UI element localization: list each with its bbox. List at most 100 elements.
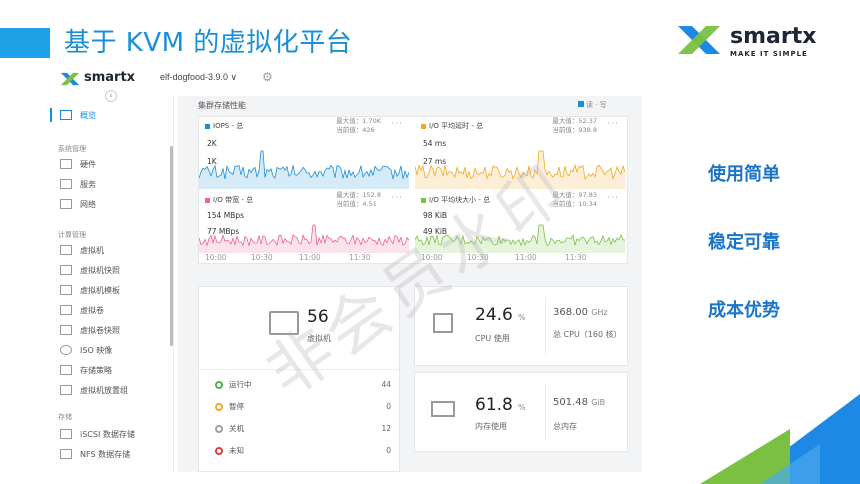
brand-name: smartx — [730, 24, 817, 49]
vm-count: 56 — [307, 307, 329, 327]
mem-panel: 61.8 % 内存使用 501.48 GiB 总内存 — [414, 372, 628, 452]
sidebar-section-storage: 存储 — [58, 413, 72, 421]
sidebar-item-iscsi[interactable]: iSCSI 数据存储 — [60, 426, 135, 442]
slide-title: 基于 KVM 的虚拟化平台 — [64, 28, 353, 58]
stopped-icon — [215, 424, 223, 433]
vm-summary-panel: 56 虚拟机 运行中 44 暂停 0 关机 12 未知 0 — [198, 286, 400, 472]
active-indicator — [50, 108, 52, 122]
perf-section-title: 集群存储性能 — [198, 101, 246, 110]
blocksize-more-button[interactable]: ··· — [607, 193, 619, 203]
iops-sparkline — [199, 150, 409, 189]
x-tick: 10:00 — [421, 253, 443, 262]
cpu-label: CPU 使用 — [475, 334, 510, 343]
x-tick: 11:30 — [565, 253, 587, 262]
x-tick: 10:30 — [251, 253, 273, 262]
series-swatch — [421, 123, 426, 129]
x-tick: 11:00 — [299, 253, 321, 262]
smartx-logo-icon — [678, 26, 720, 54]
vm-label[interactable]: 虚拟机 — [307, 333, 331, 344]
blocksize-title: I/O 平均块大小 - 总 — [429, 196, 491, 204]
series-swatch — [205, 197, 210, 203]
bullet-stable: 稳定可靠 — [708, 232, 780, 253]
divider — [545, 297, 546, 355]
sidebar-item-storage-policy[interactable]: 存储策略 — [60, 362, 112, 378]
iops-title: IOPS - 总 — [213, 122, 244, 130]
bandwidth-title: I/O 带宽 - 总 — [213, 196, 254, 204]
cpu-unit: % — [517, 313, 526, 322]
mem-pct: 61.8 — [475, 395, 513, 415]
sidebar-item-nfs[interactable]: NFS 数据存储 — [60, 446, 130, 462]
sidebar-item-vm-snapshot[interactable]: 虚拟机快照 — [60, 262, 120, 278]
volume-icon — [60, 305, 72, 315]
iops-minmax: 最大值：1.70K 当前值：426 — [336, 117, 381, 134]
iops-y-label: 2K — [207, 139, 217, 148]
x-tick: 11:30 — [349, 253, 371, 262]
datastore-icon — [60, 449, 72, 459]
sidebar-section-system: 系统管理 — [58, 145, 86, 153]
gear-icon[interactable]: ⚙ — [262, 70, 273, 84]
snapshot-icon — [60, 265, 72, 275]
iops-chart: IOPS - 总 最大值：1.70K 当前值：426 ··· 2K 1K — [199, 117, 409, 189]
sidebar-item-hardware[interactable]: 硬件 — [60, 156, 96, 172]
unknown-icon — [215, 446, 223, 455]
divider — [545, 383, 546, 441]
sidebar-section-compute: 计算管理 — [58, 231, 86, 239]
cpu-pct: 24.6 — [475, 305, 513, 325]
vm-icon — [60, 245, 72, 255]
blocksize-y-label: 98 KiB — [423, 211, 448, 220]
blocksize-sparkline — [415, 224, 625, 253]
blocksize-minmax: 最大值：97.83 当前值：10.34 — [552, 191, 597, 208]
sidebar-item-network[interactable]: 网络 — [60, 196, 96, 212]
cpu-total: 368.00 — [553, 307, 588, 318]
sidebar-item-iso[interactable]: ISO 映像 — [60, 342, 112, 358]
status-stopped[interactable]: 关机 12 — [215, 423, 391, 434]
app-topbar: smartx elf-dogfood-3.9.0 ∨ ⚙ — [50, 62, 642, 96]
cluster-selector[interactable]: elf-dogfood-3.9.0 ∨ — [160, 72, 237, 83]
corner-decoration — [700, 394, 860, 484]
sidebar-item-vm-template[interactable]: 虚拟机模板 — [60, 282, 120, 298]
paused-icon — [215, 402, 223, 411]
dashboard-main: 集群存储性能 读 · 写 IOPS - 总 最大值：1.70K 当前值：426 ·… — [178, 96, 642, 472]
running-icon — [215, 380, 223, 389]
group-icon — [60, 385, 72, 395]
sidebar-item-volume[interactable]: 虚拟卷 — [60, 302, 104, 318]
latency-sparkline — [415, 150, 625, 189]
sidebar-item-vm-group[interactable]: 虚拟机放置组 — [60, 382, 128, 398]
mem-unit: % — [517, 403, 526, 412]
mem-total-label: 总内存 — [553, 422, 577, 431]
hardware-icon — [60, 159, 72, 169]
bandwidth-minmax: 最大值：152.8 当前值：4.51 — [336, 191, 381, 208]
bandwidth-more-button[interactable]: ··· — [391, 193, 403, 203]
sidebar: ‹ 概览 系统管理 硬件 服务 网络 计算管理 虚拟机 虚拟机快照 虚拟机模板 … — [50, 90, 174, 472]
cpu-icon — [433, 313, 453, 333]
status-running[interactable]: 运行中 44 — [215, 379, 391, 390]
brand-tagline: MAKE IT SIMPLE — [730, 50, 808, 58]
x-tick: 11:00 — [515, 253, 537, 262]
bandwidth-chart: I/O 带宽 - 总 最大值：152.8 当前值：4.51 ··· 154 MBp… — [199, 191, 409, 253]
divider — [199, 369, 399, 370]
perf-charts-panel: IOPS - 总 最大值：1.70K 当前值：426 ··· 2K 1K I/O … — [198, 116, 628, 264]
x-tick: 10:30 — [467, 253, 489, 262]
datastore-icon — [60, 429, 72, 439]
sidebar-scrollbar[interactable] — [170, 146, 173, 346]
bandwidth-y-label: 154 MBps — [207, 211, 244, 220]
collapse-sidebar-button[interactable]: ‹ — [105, 90, 117, 102]
bullet-easy: 使用简单 — [708, 164, 780, 185]
sidebar-item-services[interactable]: 服务 — [60, 176, 96, 192]
sidebar-item-vm[interactable]: 虚拟机 — [60, 242, 104, 258]
iops-more-button[interactable]: ··· — [391, 119, 403, 129]
sparkline-area — [199, 225, 409, 253]
sidebar-item-volume-snapshot[interactable]: 虚拟卷快照 — [60, 322, 120, 338]
status-unknown[interactable]: 未知 0 — [215, 445, 391, 456]
smartx-logo-icon — [60, 72, 80, 86]
rw-legend[interactable]: 读 · 写 — [578, 100, 607, 110]
template-icon — [60, 285, 72, 295]
latency-more-button[interactable]: ··· — [607, 119, 619, 129]
sparkline-area — [415, 151, 625, 189]
series-swatch — [421, 197, 426, 203]
smartx-brand-logo: smartx MAKE IT SIMPLE — [676, 22, 836, 62]
app-logo[interactable]: smartx — [60, 70, 150, 90]
status-paused[interactable]: 暂停 0 — [215, 401, 391, 412]
policy-icon — [60, 365, 72, 375]
sidebar-item-overview[interactable]: 概览 — [60, 107, 96, 123]
